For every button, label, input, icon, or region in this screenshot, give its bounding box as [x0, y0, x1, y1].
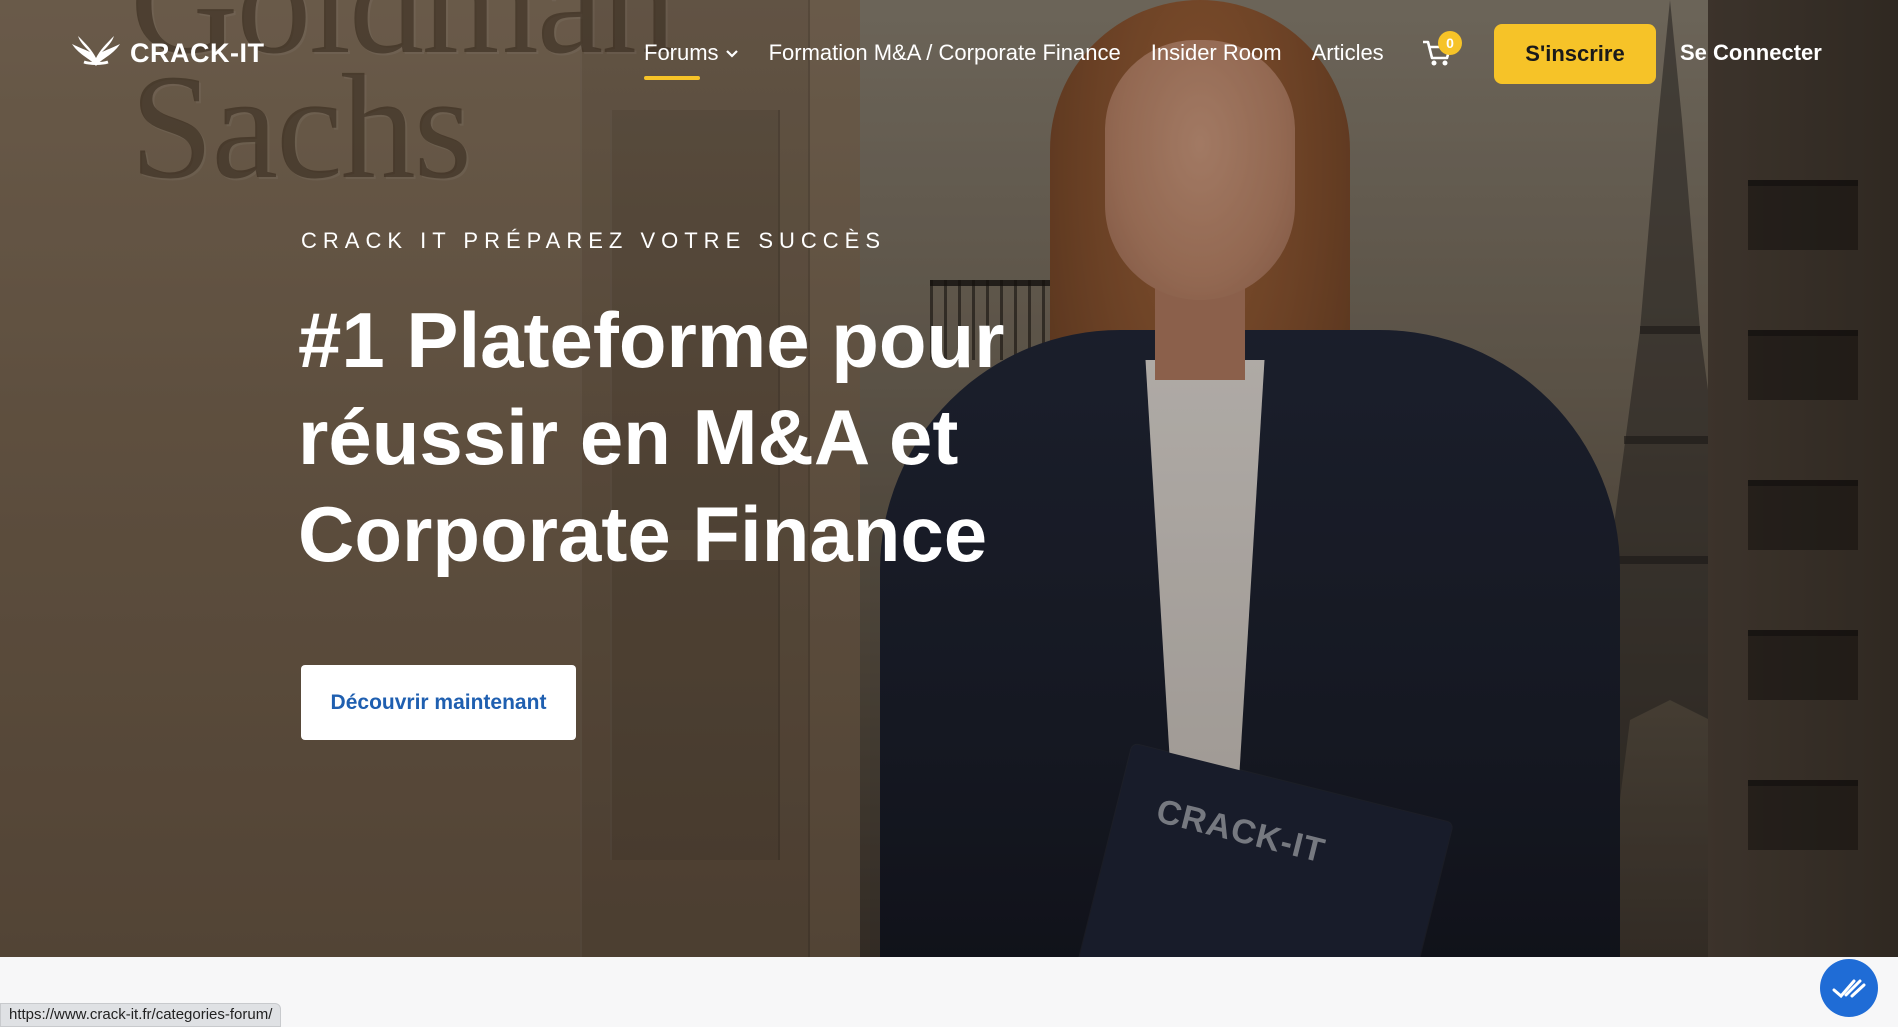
eagle-wings-icon: [72, 36, 120, 66]
hero-eyebrow: CRACK IT PRÉPAREZ VOTRE SUCCÈS: [301, 228, 887, 253]
chevron-down-icon: [725, 50, 738, 58]
chat-button[interactable]: [1820, 959, 1878, 1017]
top-navigation: CRACK-IT Forums Formation M&A / Corporat…: [0, 0, 1898, 110]
chat-icon: [1832, 979, 1866, 999]
menu-item-insider-room[interactable]: Insider Room: [1151, 40, 1282, 66]
status-bar-url: https://www.crack-it.fr/categories-forum…: [0, 1003, 282, 1027]
menu-item-articles[interactable]: Articles: [1312, 40, 1384, 66]
logo-text: CRACK-IT: [130, 37, 265, 68]
login-link[interactable]: Se Connecter: [1680, 40, 1822, 66]
site-logo[interactable]: CRACK-IT: [70, 36, 264, 70]
main-menu: Forums Formation M&A / Corporate Finance…: [644, 40, 1414, 80]
menu-item-forums-label: Forums: [644, 40, 719, 65]
discover-now-button[interactable]: Découvrir maintenant: [301, 665, 576, 740]
page-content-area: [0, 957, 1898, 1027]
menu-item-formation[interactable]: Formation M&A / Corporate Finance: [769, 40, 1121, 66]
menu-item-forums[interactable]: Forums: [644, 40, 739, 80]
signup-button[interactable]: S'inscrire: [1494, 24, 1656, 84]
cart-count-badge: 0: [1438, 31, 1462, 55]
hero-headline: #1 Plateforme pour réussir en M&A et Cor…: [298, 296, 1005, 578]
